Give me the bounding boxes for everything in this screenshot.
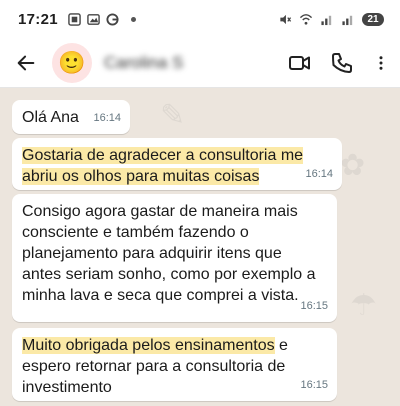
- message-bubble[interactable]: Muito obrigada pelos ensinamentos e espe…: [12, 328, 337, 401]
- wallpaper-doodle-icon: ☂: [350, 289, 377, 322]
- message-highlight-text: Muito obrigada pelos ensinamentos: [22, 337, 275, 354]
- mute-icon: [280, 14, 292, 24]
- message-time: 16:15: [300, 300, 328, 312]
- message-bubble[interactable]: Consigo agora gastar de maneira mais con…: [12, 194, 337, 322]
- screenshot-icon: [68, 12, 81, 26]
- wifi-icon: [299, 13, 313, 25]
- status-dot: [130, 16, 136, 22]
- header-actions: [288, 51, 390, 75]
- message-time: 16:14: [93, 112, 121, 124]
- chat-area[interactable]: ✎ ✿ ☂ Olá Ana 16:14 Gostaria de agradece…: [0, 88, 400, 406]
- gallery-icon: [87, 13, 100, 25]
- google-icon: [106, 12, 119, 26]
- back-button[interactable]: [6, 43, 46, 83]
- status-time: 17:21: [18, 10, 58, 28]
- contact-name[interactable]: Carolina S: [104, 53, 214, 73]
- signal-icon-2: [342, 15, 353, 25]
- avatar[interactable]: 🙂: [52, 42, 92, 83]
- message-bubble[interactable]: Gostaria de agradecer a consultoria me a…: [12, 138, 342, 190]
- wallpaper-doodle-icon: ✎: [160, 99, 186, 132]
- battery-badge: 21: [362, 12, 384, 26]
- more-vertical-icon[interactable]: [372, 51, 390, 75]
- message-text: Consigo agora gastar de maneira mais con…: [22, 203, 316, 304]
- back-arrow-icon: [17, 55, 35, 70]
- phone-call-icon[interactable]: [330, 51, 354, 75]
- message-highlight-text: Gostaria de agradecer a consultoria me a…: [22, 147, 304, 185]
- status-notification-icons: [68, 12, 136, 26]
- video-call-icon[interactable]: [288, 51, 312, 75]
- signal-icon: [321, 15, 332, 25]
- message-time: 16:15: [300, 379, 328, 391]
- status-system-icons: 21: [278, 12, 384, 26]
- message-bubble[interactable]: Olá Ana 16:14: [12, 100, 130, 134]
- avatar-emoji: 🙂: [58, 49, 86, 75]
- status-bar: 17:21 21: [0, 0, 400, 38]
- message-text: Olá Ana: [22, 109, 79, 126]
- chat-header: 🙂 Carolina S: [0, 38, 400, 88]
- message-time: 16:14: [305, 168, 333, 180]
- wallpaper-doodle-icon: ✿: [340, 149, 366, 182]
